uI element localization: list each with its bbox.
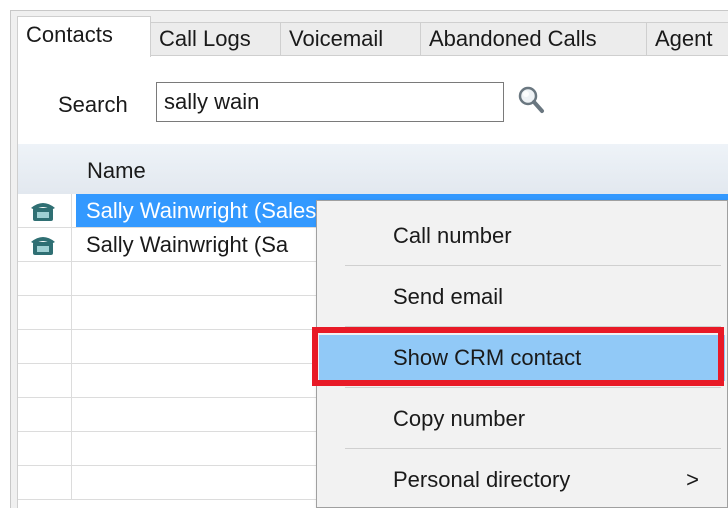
menu-item-label: Personal directory xyxy=(393,467,571,492)
menu-separator xyxy=(345,448,721,449)
phone-icon xyxy=(31,203,55,221)
row-gutter xyxy=(18,432,72,465)
search-input[interactable] xyxy=(156,82,504,122)
row-gutter xyxy=(18,398,72,431)
tab-strip: Contacts Call Logs Voicemail Abandoned C… xyxy=(17,16,728,57)
row-gutter xyxy=(18,296,72,329)
search-label: Search xyxy=(58,92,128,117)
menu-item-call-number[interactable]: Call number xyxy=(319,213,725,259)
row-name: Sally Wainwright (Sa xyxy=(86,232,289,257)
tab-call-logs[interactable]: Call Logs xyxy=(150,22,281,56)
row-gutter xyxy=(18,194,72,227)
phone-icon xyxy=(31,237,55,255)
column-header-name[interactable]: Name xyxy=(87,158,146,184)
tab-voicemail[interactable]: Voicemail xyxy=(280,22,421,56)
menu-item-send-email[interactable]: Send email xyxy=(319,274,725,320)
tab-agent[interactable]: Agent xyxy=(646,22,728,56)
menu-item-copy-number[interactable]: Copy number xyxy=(319,396,725,442)
search-icon[interactable] xyxy=(515,84,547,116)
tab-contacts[interactable]: Contacts xyxy=(17,16,151,57)
row-gutter xyxy=(18,262,72,295)
menu-separator xyxy=(345,265,721,266)
row-gutter xyxy=(18,364,72,397)
annotation-highlight-box xyxy=(312,327,724,386)
menu-item-personal-directory[interactable]: Personal directory > xyxy=(319,457,725,503)
grid-header: Name xyxy=(18,144,728,194)
row-gutter xyxy=(18,466,72,499)
menu-separator xyxy=(345,387,721,388)
tab-abandoned-calls[interactable]: Abandoned Calls xyxy=(420,22,647,56)
chevron-right-icon: > xyxy=(686,467,699,492)
row-gutter xyxy=(18,228,72,261)
row-gutter xyxy=(18,330,72,363)
